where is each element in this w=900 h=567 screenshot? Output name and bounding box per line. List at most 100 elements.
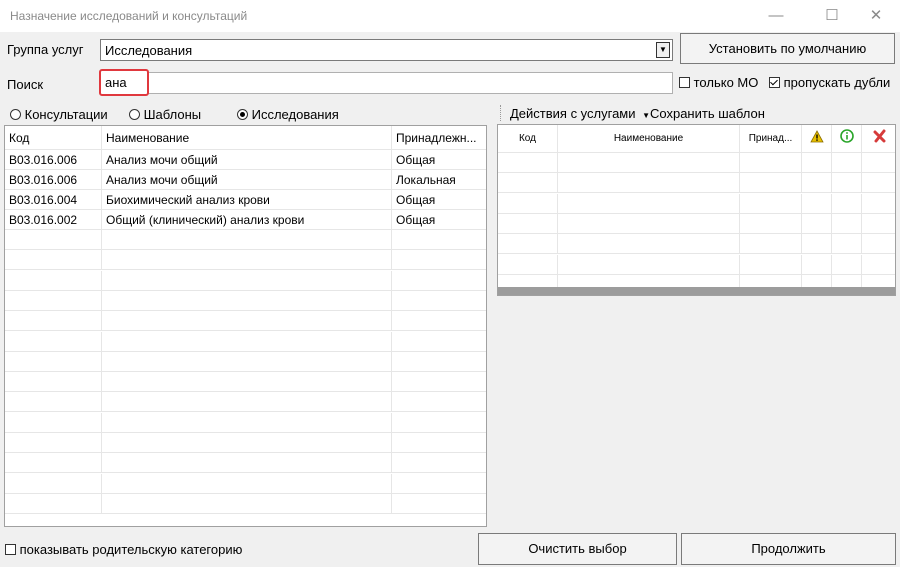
radio-templates[interactable]: Шаблоны bbox=[129, 107, 201, 122]
empty-cell bbox=[498, 173, 558, 194]
empty-cell bbox=[102, 372, 392, 393]
empty-cell bbox=[862, 153, 895, 173]
group-select[interactable]: Исследования ▼ bbox=[100, 39, 673, 61]
table-row[interactable]: B03.016.004 Биохимический анализ крови О… bbox=[5, 190, 486, 210]
empty-cell bbox=[392, 453, 486, 473]
empty-row bbox=[5, 392, 486, 413]
info-icon bbox=[839, 129, 854, 143]
empty-cell bbox=[102, 230, 392, 250]
empty-cell bbox=[832, 153, 862, 173]
empty-row bbox=[5, 230, 486, 250]
skip-dupes-box[interactable] bbox=[769, 77, 780, 88]
group-label: Группа услуг bbox=[7, 42, 84, 57]
empty-cell bbox=[832, 213, 862, 234]
empty-row bbox=[498, 254, 895, 275]
cell-code: B03.016.006 bbox=[5, 170, 102, 190]
empty-cell bbox=[5, 493, 102, 514]
radio-research-label: Исследования bbox=[251, 107, 339, 122]
col-warning[interactable] bbox=[802, 125, 832, 153]
chevron-down-icon[interactable]: ▼ bbox=[656, 42, 670, 58]
empty-cell bbox=[102, 453, 392, 474]
empty-cell bbox=[5, 270, 102, 291]
actions-menu[interactable]: Действия с услугами ▼ bbox=[510, 106, 650, 121]
empty-cell bbox=[740, 173, 802, 194]
empty-cell bbox=[5, 392, 102, 413]
group-select-value: Исследования bbox=[105, 43, 193, 58]
col-name[interactable]: Наименование bbox=[558, 125, 740, 153]
save-template-button[interactable]: Сохранить шаблон bbox=[650, 106, 765, 121]
empty-cell bbox=[5, 433, 102, 453]
radio-consultations[interactable]: Консультации bbox=[10, 107, 108, 122]
col-name[interactable]: Наименование bbox=[102, 126, 392, 150]
skip-dupes-checkbox[interactable]: пропускать дубли bbox=[769, 75, 890, 90]
empty-cell bbox=[832, 173, 862, 194]
empty-row bbox=[498, 173, 895, 194]
search-label: Поиск bbox=[7, 77, 44, 92]
empty-cell bbox=[102, 331, 392, 352]
col-code[interactable]: Код bbox=[5, 126, 102, 150]
table-row[interactable]: B03.016.006 Анализ мочи общий Общая bbox=[5, 150, 486, 170]
show-parent-box[interactable] bbox=[5, 544, 16, 555]
empty-cell bbox=[392, 474, 486, 494]
selected-services-table[interactable]: Код Наименование Принад... bbox=[497, 124, 896, 296]
empty-cell bbox=[498, 213, 558, 234]
empty-cell bbox=[392, 433, 486, 453]
empty-cell bbox=[5, 290, 102, 311]
services-table[interactable]: Код Наименование Принадлежн... B03.016.0… bbox=[4, 125, 487, 527]
empty-cell bbox=[802, 234, 832, 255]
only-mo-label: только МО bbox=[693, 75, 759, 90]
empty-cell bbox=[498, 153, 558, 173]
empty-cell bbox=[392, 230, 486, 250]
col-belonging[interactable]: Принад... bbox=[740, 125, 802, 153]
col-remove[interactable] bbox=[862, 125, 895, 153]
radio-research[interactable]: Исследования bbox=[237, 107, 339, 122]
empty-row bbox=[5, 433, 486, 453]
empty-cell bbox=[102, 311, 392, 332]
empty-cell bbox=[5, 331, 102, 352]
empty-cell bbox=[5, 311, 102, 332]
empty-cell bbox=[5, 351, 102, 372]
minimize-button[interactable]: — bbox=[756, 4, 796, 28]
horizontal-scrollbar[interactable] bbox=[498, 287, 895, 295]
search-highlight: ана bbox=[99, 69, 149, 96]
empty-cell bbox=[802, 173, 832, 194]
empty-row bbox=[5, 372, 486, 393]
empty-cell bbox=[862, 173, 895, 193]
set-default-button[interactable]: Установить по умолчанию bbox=[680, 33, 895, 64]
empty-cell bbox=[5, 412, 102, 433]
empty-cell bbox=[5, 473, 102, 494]
empty-cell bbox=[5, 250, 102, 271]
empty-cell bbox=[832, 254, 862, 275]
clear-selection-button[interactable]: Очистить выбор bbox=[478, 533, 677, 565]
empty-cell bbox=[102, 433, 392, 453]
empty-cell bbox=[392, 352, 486, 372]
empty-row bbox=[5, 270, 486, 291]
only-mo-checkbox[interactable]: только МО bbox=[679, 75, 758, 90]
empty-cell bbox=[102, 270, 392, 291]
empty-cell bbox=[498, 234, 558, 255]
empty-cell bbox=[832, 193, 862, 214]
empty-cell bbox=[5, 230, 102, 250]
maximize-button[interactable]: ☐ bbox=[812, 4, 852, 28]
col-belonging[interactable]: Принадлежн... bbox=[392, 126, 486, 150]
continue-button[interactable]: Продолжить bbox=[681, 533, 896, 565]
empty-row bbox=[5, 412, 486, 433]
empty-cell bbox=[392, 372, 486, 392]
close-button[interactable]: ✕ bbox=[856, 4, 896, 28]
col-info[interactable] bbox=[832, 125, 862, 153]
radio-templates-dot[interactable] bbox=[129, 109, 140, 120]
table-row[interactable]: B03.016.006 Анализ мочи общий Локальная bbox=[5, 170, 486, 190]
radio-research-dot[interactable] bbox=[237, 109, 248, 120]
cell-name: Биохимический анализ крови bbox=[102, 190, 392, 210]
empty-cell bbox=[740, 254, 802, 275]
search-input[interactable] bbox=[100, 72, 673, 94]
cell-belonging: Общая bbox=[392, 190, 486, 210]
radio-consultations-dot[interactable] bbox=[10, 109, 21, 120]
only-mo-box[interactable] bbox=[679, 77, 690, 88]
empty-cell bbox=[498, 193, 558, 214]
cell-belonging: Локальная bbox=[392, 170, 486, 190]
col-code[interactable]: Код bbox=[498, 125, 558, 153]
empty-cell bbox=[740, 213, 802, 234]
show-parent-checkbox[interactable]: показывать родительскую категорию bbox=[5, 542, 242, 557]
table-row[interactable]: B03.016.002 Общий (клинический) анализ к… bbox=[5, 210, 486, 230]
